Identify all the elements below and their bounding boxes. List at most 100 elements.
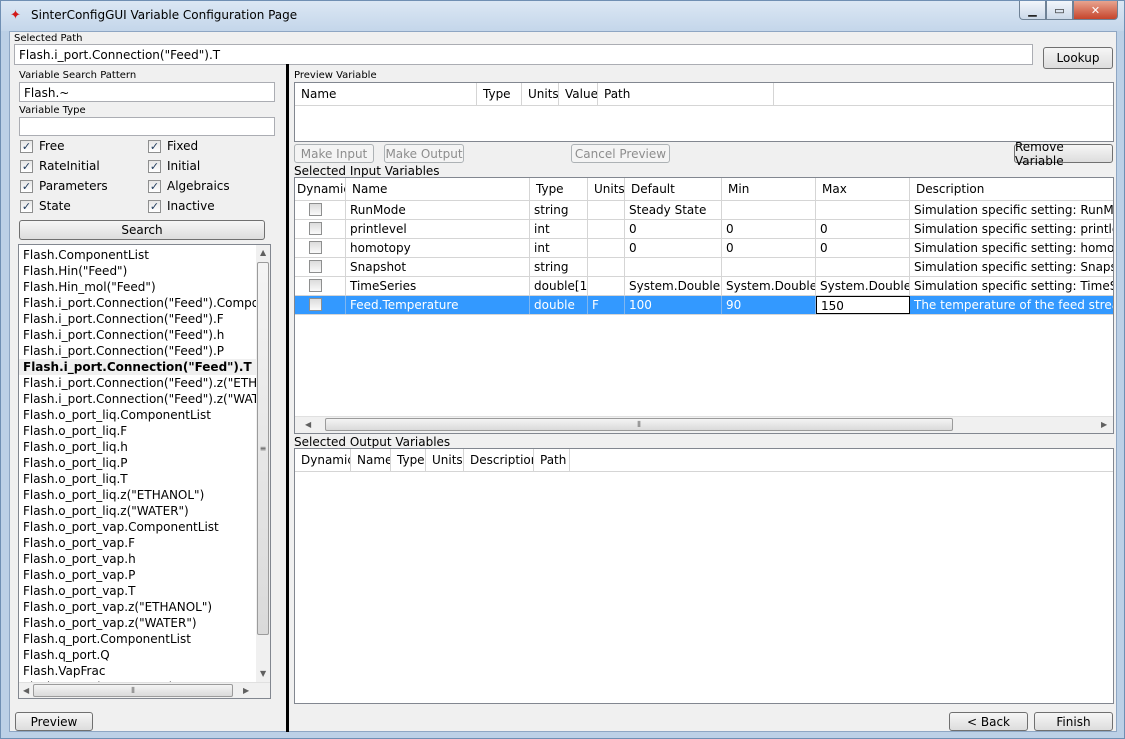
list-item[interactable]: Flash.o_port_liq.h	[19, 439, 256, 455]
dynamic-cell[interactable]	[295, 220, 346, 238]
cell-name[interactable]: Snapshot	[346, 258, 530, 276]
list-item[interactable]: Flash.o_port_liq.ComponentList	[19, 407, 256, 423]
checkbox-icon[interactable]: ✓	[148, 139, 161, 153]
cell-type[interactable]: int	[530, 239, 588, 257]
checkbox-icon[interactable]: ✓	[148, 179, 161, 193]
list-item[interactable]: Flash.o_port_vap.z("WATER")	[19, 615, 256, 631]
cell-description[interactable]: The temperature of the feed stream	[910, 296, 1113, 314]
preview-button[interactable]: Preview	[15, 712, 93, 731]
cell-min[interactable]: 0	[722, 239, 816, 257]
list-item[interactable]: Flash.q_port.ComponentList	[19, 631, 256, 647]
scroll-right-icon[interactable]: ▶	[243, 686, 249, 695]
back-button[interactable]: < Back	[949, 712, 1028, 731]
table-row[interactable]: TimeSeries double[1] System.Double[] System…	[295, 277, 1113, 296]
list-item[interactable]: Flash.VapFrac	[19, 663, 256, 679]
inputs-grid-hscroll-thumb[interactable]: ⦀	[325, 418, 953, 431]
cell-description[interactable]: Simulation specific setting: Snapshot	[910, 258, 1113, 276]
close-button[interactable]: ✕	[1073, 1, 1118, 20]
column-header-name[interactable]: Name	[346, 178, 530, 200]
checkbox-icon[interactable]: ✓	[20, 139, 33, 153]
checkbox-icon[interactable]: ✓	[148, 159, 161, 173]
cell-max[interactable]: 150	[816, 296, 910, 314]
dynamic-cell[interactable]	[295, 201, 346, 219]
remove-variable-button[interactable]: Remove Variable	[1014, 140, 1113, 168]
table-row[interactable]: Feed.Temperature double F 100 90 150 The tempe…	[295, 296, 1113, 315]
cell-units[interactable]: F	[588, 296, 625, 314]
filter-inactive[interactable]: ✓ Inactive	[148, 199, 215, 213]
cell-default[interactable]: Steady State	[625, 201, 722, 219]
column-header-units[interactable]: Units	[522, 83, 559, 105]
list-item[interactable]: Flash.o_port_liq.P	[19, 455, 256, 471]
cell-type[interactable]: string	[530, 201, 588, 219]
column-header-description[interactable]: Description	[464, 449, 534, 471]
search-button[interactable]: Search	[19, 220, 265, 240]
dynamic-checkbox-icon[interactable]	[309, 222, 322, 235]
cell-name[interactable]: homotopy	[346, 239, 530, 257]
column-header-units[interactable]: Units	[426, 449, 464, 471]
title-bar[interactable]: ✦ SinterConfigGUI Variable Configuration…	[1, 1, 1124, 31]
cell-name[interactable]: TimeSeries	[346, 277, 530, 295]
list-item[interactable]: Flash.Hin("Feed")	[19, 263, 256, 279]
cell-max[interactable]: System.Double[]	[816, 277, 910, 295]
cell-name[interactable]: RunMode	[346, 201, 530, 219]
list-item[interactable]: Flash.i_port.Connection("Feed").F	[19, 311, 256, 327]
list-item[interactable]: Flash.o_port_vap.z("ETHANOL")	[19, 599, 256, 615]
make-input-button[interactable]: Make Input	[294, 144, 374, 163]
list-item[interactable]: Flash.i_port.Connection("Feed").z("WATER…	[19, 391, 256, 407]
scroll-left-icon[interactable]: ◀	[305, 420, 311, 429]
cell-type[interactable]: double	[530, 296, 588, 314]
checkbox-icon[interactable]: ✓	[20, 179, 33, 193]
dynamic-checkbox-icon[interactable]	[309, 203, 322, 216]
list-item[interactable]: Flash.o_port_liq.F	[19, 423, 256, 439]
cell-min[interactable]	[722, 201, 816, 219]
lookup-button[interactable]: Lookup	[1043, 47, 1113, 69]
list-item[interactable]: Flash.ComponentList	[19, 247, 256, 263]
cell-max[interactable]: 0	[816, 220, 910, 238]
column-header-type[interactable]: Type	[391, 449, 426, 471]
cell-description[interactable]: Simulation specific setting: homotopy	[910, 239, 1113, 257]
cell-units[interactable]	[588, 220, 625, 238]
filter-free[interactable]: ✓ Free	[20, 139, 64, 153]
make-output-button[interactable]: Make Output	[384, 144, 464, 163]
variable-list-hscroll[interactable]: ◀ ⦀ ▶	[19, 682, 270, 698]
column-header-path[interactable]: Path	[534, 449, 570, 471]
inputs-grid-hscroll[interactable]: ◀ ⦀ ▶	[295, 416, 1113, 433]
column-header-min[interactable]: Min	[722, 178, 816, 200]
list-item[interactable]: Flash.i_port.Connection("Feed").P	[19, 343, 256, 359]
column-header-name[interactable]: Name	[295, 83, 477, 105]
cell-default[interactable]: 0	[625, 220, 722, 238]
variable-list-vscroll[interactable]: ▲ ≡ ▼	[256, 245, 270, 682]
cell-default[interactable]: System.Double[]	[625, 277, 722, 295]
column-header-dynamic[interactable]: Dynamic	[295, 178, 346, 200]
selected-outputs-grid[interactable]: Dynamic Name Type Units Description Path	[294, 448, 1114, 704]
list-item[interactable]: Flash.o_port_liq.z("WATER")	[19, 503, 256, 519]
cell-default[interactable]: 0	[625, 239, 722, 257]
cell-min[interactable]: 90	[722, 296, 816, 314]
filter-parameters[interactable]: ✓ Parameters	[20, 179, 108, 193]
list-item[interactable]: Flash.o_port_vap.P	[19, 567, 256, 583]
dynamic-cell[interactable]	[295, 296, 346, 314]
list-item[interactable]: Flash.q_port.Q	[19, 647, 256, 663]
table-row[interactable]: printlevel int 0 0 0 Simulation specific sett…	[295, 220, 1113, 239]
cell-min[interactable]	[722, 258, 816, 276]
dynamic-checkbox-icon[interactable]	[309, 298, 322, 311]
cell-description[interactable]: Simulation specific setting: RunMode	[910, 201, 1113, 219]
variable-list-hscroll-thumb[interactable]: ⦀	[33, 684, 233, 697]
filter-state[interactable]: ✓ State	[20, 199, 71, 213]
cell-units[interactable]	[588, 239, 625, 257]
dynamic-checkbox-icon[interactable]	[309, 241, 322, 254]
list-item[interactable]: Flash.o_port_liq.z("ETHANOL")	[19, 487, 256, 503]
scroll-up-icon[interactable]: ▲	[260, 248, 266, 257]
column-header-type[interactable]: Type	[477, 83, 522, 105]
cell-name[interactable]: Feed.Temperature	[346, 296, 530, 314]
checkbox-icon[interactable]: ✓	[20, 199, 33, 213]
list-item[interactable]: Flash.Hin_mol("Feed")	[19, 279, 256, 295]
filter-fixed[interactable]: ✓ Fixed	[148, 139, 198, 153]
list-item[interactable]: Flash.i_port.Connection("Feed").h	[19, 327, 256, 343]
cell-default[interactable]	[625, 258, 722, 276]
scroll-down-icon[interactable]: ▼	[260, 669, 266, 678]
cell-type[interactable]: double[1]	[530, 277, 588, 295]
checkbox-icon[interactable]: ✓	[148, 199, 161, 213]
finish-button[interactable]: Finish	[1034, 712, 1113, 731]
minimize-button[interactable]: ▁	[1019, 1, 1046, 20]
